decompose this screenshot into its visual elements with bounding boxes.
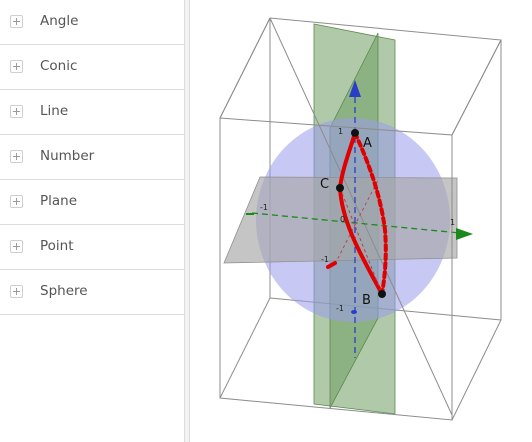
point-label-A: A <box>363 136 372 151</box>
tick-label-y: -1 <box>321 255 329 264</box>
point-label-C: C <box>320 177 329 192</box>
algebra-group-plane[interactable]: Plane <box>0 180 184 225</box>
graphics-3d-view[interactable]: A B C 1 -1 -1 1 -1 0 <box>190 0 532 442</box>
expand-plus-icon[interactable] <box>10 105 23 118</box>
algebra-view: Angle Conic Line Number Plane Point Sphe… <box>0 0 184 442</box>
tick-label-z-neg: -1 <box>336 304 344 313</box>
group-label: Angle <box>40 13 79 29</box>
group-label: Conic <box>40 58 78 74</box>
expand-plus-icon[interactable] <box>10 15 23 28</box>
algebra-group-conic[interactable]: Conic <box>0 45 184 90</box>
group-label: Point <box>40 238 74 254</box>
tick-label-x-neg: -1 <box>260 203 268 212</box>
expand-plus-icon[interactable] <box>10 195 23 208</box>
expand-plus-icon[interactable] <box>10 150 23 163</box>
origin-label: 0 <box>340 215 345 224</box>
point-C[interactable] <box>336 184 344 192</box>
group-label: Line <box>40 103 69 119</box>
tick-label-x-pos: 1 <box>450 218 455 227</box>
algebra-group-sphere[interactable]: Sphere <box>0 270 184 315</box>
point-label-B: B <box>362 293 371 308</box>
algebra-group-number[interactable]: Number <box>0 135 184 180</box>
point-B[interactable] <box>378 290 386 298</box>
group-label: Sphere <box>40 283 88 299</box>
expand-plus-icon[interactable] <box>10 285 23 298</box>
tick-label-z-pos: 1 <box>338 127 343 136</box>
group-label: Plane <box>40 193 78 209</box>
expand-plus-icon[interactable] <box>10 60 23 73</box>
algebra-group-angle[interactable]: Angle <box>0 0 184 45</box>
algebra-group-line[interactable]: Line <box>0 90 184 135</box>
point-A[interactable] <box>351 129 359 137</box>
group-label: Number <box>40 148 95 164</box>
expand-plus-icon[interactable] <box>10 240 23 253</box>
algebra-group-point[interactable]: Point <box>0 225 184 270</box>
